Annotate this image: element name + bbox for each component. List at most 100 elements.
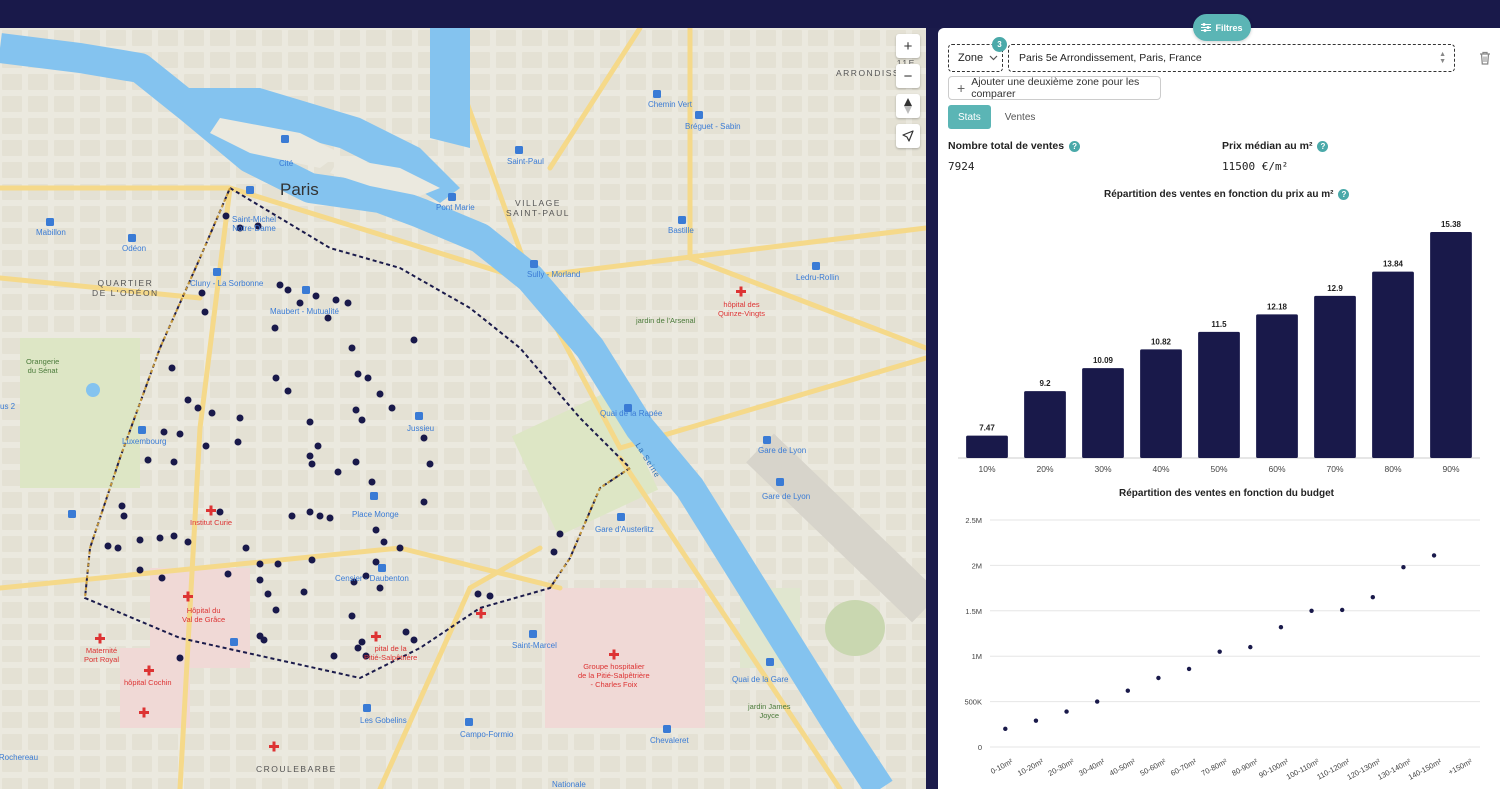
geolocate-button[interactable] — [896, 124, 920, 148]
poi-label: Les Gobelins — [360, 716, 407, 725]
zone-value: Paris 5e Arrondissement, Paris, France — [1019, 52, 1202, 64]
scatter-point — [1278, 624, 1284, 630]
scatter-point — [1339, 607, 1345, 613]
price-distribution-chart: 7.47 10% 9.2 20% 10.09 30% 10.82 40% 11.5 50% 12.1… — [958, 220, 1480, 474]
x-tick-label: 50% — [1210, 464, 1227, 474]
top-bar — [0, 0, 1500, 28]
poi-label: Bréguet - Sabin — [685, 122, 741, 131]
hospital-label: Institut Curie — [190, 518, 233, 527]
zoom-in-button[interactable]: + — [896, 34, 920, 58]
stat-label: Nombre total de ventes — [948, 140, 1065, 152]
x-tick-label: 70-80m² — [1200, 757, 1229, 778]
poi-label: Gare d'Austerlitz — [595, 525, 654, 534]
bar-value-label: 9.2 — [1039, 379, 1051, 388]
x-tick-label: 70% — [1326, 464, 1343, 474]
poi-label: Campo-Formio — [460, 730, 514, 739]
price-chart-title-row: Répartition des ventes en fonction du pr… — [1104, 189, 1350, 200]
poi-label: Saint-Michel Notre-Dame — [232, 215, 277, 233]
compass-icon — [904, 98, 912, 114]
tab-ventes[interactable]: Ventes — [995, 105, 1046, 129]
x-tick-label: 80% — [1384, 464, 1401, 474]
tab-stats[interactable]: Stats — [948, 105, 991, 129]
x-tick-label: 50-60m² — [1138, 757, 1167, 778]
x-tick-label: 90% — [1442, 464, 1459, 474]
x-tick-label: 140-150m² — [1407, 757, 1444, 782]
bar-value-label: 15.38 — [1441, 220, 1462, 229]
poi-label: Quai de la Gare — [732, 675, 789, 684]
zone-search-input[interactable]: Paris 5e Arrondissement, Paris, France ▲… — [1008, 44, 1455, 72]
poi-label: Quai de la Rapée — [600, 409, 663, 418]
select-arrows-icon: ▲ ▼ — [1439, 51, 1446, 65]
bar — [1140, 349, 1182, 458]
poi-label: Bastille — [668, 226, 694, 235]
scatter-point — [1064, 709, 1069, 714]
bar — [966, 435, 1008, 458]
bar-value-label: 10.82 — [1151, 337, 1172, 346]
poi-label: Luxembourg — [122, 437, 167, 446]
zoom-out-button[interactable]: − — [896, 64, 920, 88]
bar — [1024, 391, 1066, 458]
y-tick-label: 500K — [964, 698, 982, 707]
x-tick-label: +150m² — [1447, 757, 1474, 777]
stat-value: 7924 — [948, 160, 975, 173]
x-tick-label: 20-30m² — [1047, 757, 1076, 778]
stats-panel: Zone 3 Paris 5e Arrondissement, Paris, F… — [938, 28, 1500, 789]
x-tick-label: 120-130m² — [1345, 757, 1382, 782]
bar — [1256, 314, 1298, 458]
poi-label: Jussieu — [407, 424, 435, 433]
tabs: Stats Ventes — [948, 105, 1045, 129]
x-tick-label: 130-140m² — [1376, 757, 1413, 782]
poi-label: Place Monge — [352, 510, 399, 519]
bar-value-label: 10.09 — [1093, 356, 1114, 365]
poi-label: Gare de Lyon — [758, 446, 807, 455]
filters-button[interactable]: Filtres — [1193, 14, 1251, 41]
plus-icon: + — [957, 80, 966, 96]
compass-button[interactable] — [896, 94, 920, 118]
bar — [1430, 232, 1472, 458]
scatter-point — [1370, 594, 1376, 600]
y-tick-label: 0 — [978, 743, 982, 752]
help-icon[interactable]: ? — [1338, 189, 1350, 200]
stat-median-price: Prix médian au m²? 11500 €/m² — [1222, 140, 1329, 173]
budget-chart-title: Répartition des ventes en fonction du bu… — [1119, 488, 1335, 499]
bar-value-label: 12.9 — [1327, 284, 1343, 293]
zone-row: Zone 3 Paris 5e Arrondissement, Paris, F… — [948, 37, 1493, 72]
y-tick-label: 2M — [972, 561, 982, 570]
help-icon[interactable]: ? — [1317, 140, 1329, 152]
poi-label: Chemin Vert — [648, 100, 693, 109]
y-tick-label: 2.5M — [965, 516, 982, 525]
poi-label: Odéon — [122, 244, 147, 253]
x-tick-label: 110-120m² — [1315, 757, 1351, 782]
poi-label: Saint-Marcel — [512, 641, 557, 650]
bar — [1372, 271, 1414, 458]
scatter-point — [1217, 649, 1222, 654]
filter-count-badge: 3 — [992, 37, 1007, 52]
trash-icon[interactable] — [1477, 50, 1493, 66]
scatter-point — [1003, 726, 1008, 732]
x-tick-label: 60-70m² — [1169, 757, 1198, 778]
bar — [1314, 295, 1356, 458]
map-view[interactable]: Paris QUARTIER DE L'ODÉON VILLAGE SAINT-… — [0, 28, 926, 789]
park-label: jardin James Joyce — [748, 702, 791, 720]
scatter-point — [1248, 644, 1253, 650]
chevron-down-icon — [989, 55, 998, 61]
poi-label: Pont Marie — [436, 203, 475, 212]
park-label: Orangerie du Sénat — [26, 357, 60, 375]
bar-value-label: 7.47 — [979, 424, 995, 433]
poi-label: Nationale — [552, 780, 586, 789]
bar-value-label: 13.84 — [1383, 260, 1404, 269]
stat-value: 11500 €/m² — [1222, 160, 1289, 173]
hospital-label: Groupe hospitalier de la Pitié-Salpêtriè… — [578, 662, 650, 689]
poi-label: Chevaleret — [650, 736, 689, 745]
x-tick-label: 20% — [1036, 464, 1053, 474]
scatter-point — [1401, 565, 1406, 570]
bar — [1082, 368, 1124, 458]
hospital-label: Maternité Port Royal — [84, 646, 120, 664]
help-icon[interactable]: ? — [1069, 140, 1081, 152]
scatter-point — [1033, 718, 1039, 723]
bar — [1198, 331, 1240, 458]
bar-value-label: 12.18 — [1267, 302, 1288, 311]
scatter-point — [1094, 699, 1100, 704]
scatter-point — [1309, 608, 1314, 613]
add-comparison-zone-button[interactable]: + Ajouter une deuxième zone pour les com… — [948, 76, 1161, 100]
